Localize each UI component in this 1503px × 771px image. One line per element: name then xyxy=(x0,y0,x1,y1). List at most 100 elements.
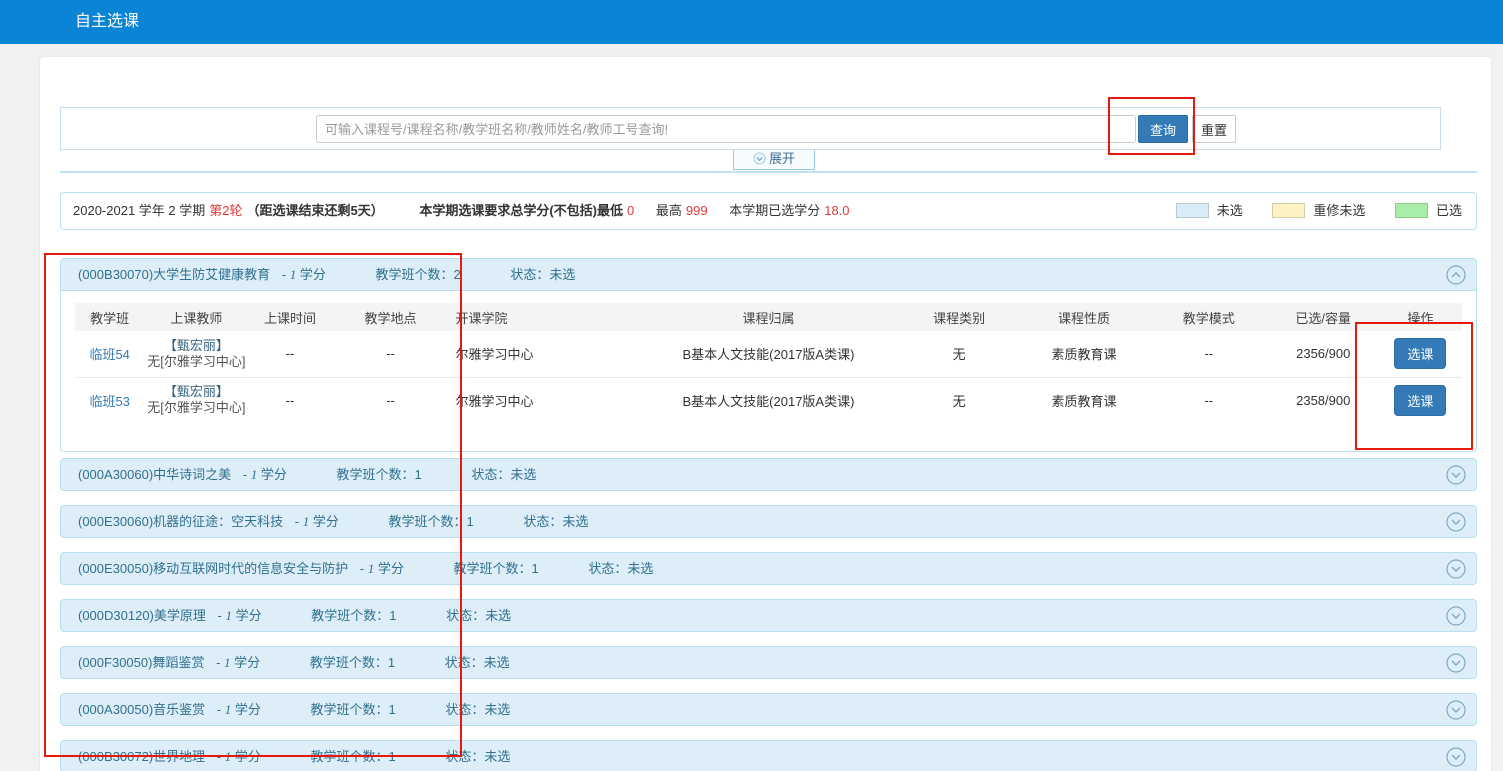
classes-table-header-row: 教学班 上课教师 上课时间 教学地点 开课学院 课程归属 课程类别 课程性质 教… xyxy=(75,303,1462,331)
class-capacity: 2356/900 xyxy=(1268,331,1379,377)
min-credits-value: 0 xyxy=(627,203,634,218)
main-panel: 查询 重置 展开 2020-2021 学年 2 学期第2轮 （距选课结束还剩5天）… xyxy=(40,57,1491,771)
course-credits: - 1 学分 xyxy=(243,467,287,482)
section-divider xyxy=(60,171,1477,173)
max-credits-value: 999 xyxy=(686,203,708,218)
course-status: 状态：未选 xyxy=(588,561,653,576)
teacher-note: 无[尔雅学习中心] xyxy=(144,354,248,370)
page-title: 自主选课 xyxy=(75,0,139,44)
legend-label-retake-unselected: 重修未选 xyxy=(1313,203,1365,218)
col-header-time: 上课时间 xyxy=(248,303,331,331)
col-header-mode: 教学模式 xyxy=(1150,303,1268,331)
course-status: 状态：未选 xyxy=(445,702,510,717)
course-header-000B30070[interactable]: (000B30070)大学生防艾健康教育 - 1 学分 教学班个数：2 状态：未… xyxy=(60,258,1477,291)
course-credits: - 1 学分 xyxy=(217,749,261,764)
col-header-college: 开课学院 xyxy=(449,303,636,331)
expand-panel-icon[interactable] xyxy=(1446,653,1466,673)
class-row-53: 临班53 【甄宏丽】 无[尔雅学习中心] -- -- 尔雅学习中心 B基本人文技… xyxy=(75,377,1462,423)
class-mode: -- xyxy=(1150,331,1268,377)
course-class-count: 教学班个数：1 xyxy=(311,608,396,623)
class-belonging: B基本人文技能(2017版A类课) xyxy=(637,331,901,377)
class-category: 无 xyxy=(900,331,1018,377)
legend-item-unselected: 未选 xyxy=(1176,203,1273,218)
legend-label-unselected: 未选 xyxy=(1217,203,1243,218)
selected-credits-value: 18.0 xyxy=(824,203,849,218)
collapse-panel-icon[interactable] xyxy=(1446,265,1466,285)
course-credits: - 1 学分 xyxy=(360,561,404,576)
class-name-link[interactable]: 临班53 xyxy=(89,394,129,409)
class-belonging: B基本人文技能(2017版A类课) xyxy=(637,377,901,423)
teacher-name: 【甄宏丽】 xyxy=(144,338,248,354)
chevron-down-circle-icon xyxy=(753,152,766,165)
course-header-000F30050[interactable]: (000F30050)舞蹈鉴赏 - 1 学分 教学班个数：1 状态：未选 xyxy=(60,646,1477,679)
course-header-000A30060[interactable]: (000A30060)中华诗词之美 - 1 学分 教学班个数：1 状态：未选 xyxy=(60,458,1477,491)
course-class-count: 教学班个数：1 xyxy=(389,514,474,529)
class-college: 尔雅学习中心 xyxy=(449,331,636,377)
round-text: 第2轮 xyxy=(209,203,242,218)
course-credits: - 1 学分 xyxy=(217,702,261,717)
select-course-button[interactable]: 选课 xyxy=(1394,338,1446,369)
course-title: (000B30072)世界地理 xyxy=(78,749,205,764)
reset-button[interactable]: 重置 xyxy=(1192,115,1236,143)
expand-toggle-label: 展开 xyxy=(769,151,795,166)
expand-panel-icon[interactable] xyxy=(1446,700,1466,720)
course-status: 状态：未选 xyxy=(446,608,511,623)
course-title: (000E30050)移动互联网时代的信息安全与防护 xyxy=(78,561,348,576)
class-nature: 素质教育课 xyxy=(1018,377,1150,423)
expand-filters-toggle[interactable]: 展开 xyxy=(733,150,815,170)
course-credits: - 1 学分 xyxy=(218,608,262,623)
class-time: -- xyxy=(248,377,331,423)
expand-panel-icon[interactable] xyxy=(1446,559,1466,579)
course-status: 状态：未选 xyxy=(445,749,510,764)
course-title: (000D30120)美学原理 xyxy=(78,608,206,623)
course-header-000E30050[interactable]: (000E30050)移动互联网时代的信息安全与防护 - 1 学分 教学班个数：… xyxy=(60,552,1477,585)
legend-item-retake-unselected: 重修未选 xyxy=(1272,203,1395,218)
expand-panel-icon[interactable] xyxy=(1446,512,1466,532)
course-title: (000F30050)舞蹈鉴赏 xyxy=(78,655,204,670)
screen: 自主选课 查询 重置 展开 2020-2021 学年 2 学期第2轮 （距选课结束… xyxy=(0,0,1503,771)
legend-swatch-unselected xyxy=(1176,203,1209,218)
legend-label-selected: 已选 xyxy=(1436,203,1462,218)
course-classes-container: 教学班 上课教师 上课时间 教学地点 开课学院 课程归属 课程类别 课程性质 教… xyxy=(60,291,1477,452)
max-credits-label: 最高 xyxy=(656,203,682,218)
course-header-000B30072[interactable]: (000B30072)世界地理 - 1 学分 教学班个数：1 状态：未选 xyxy=(60,740,1477,771)
course-header-000A30050[interactable]: (000A30050)音乐鉴赏 - 1 学分 教学班个数：1 状态：未选 xyxy=(60,693,1477,726)
course-title: (000A30060)中华诗词之美 xyxy=(78,467,231,482)
expand-panel-icon[interactable] xyxy=(1446,747,1466,767)
expand-panel-icon[interactable] xyxy=(1446,465,1466,485)
class-category: 无 xyxy=(900,377,1018,423)
select-course-button[interactable]: 选课 xyxy=(1394,385,1446,416)
col-header-capacity: 已选/容量 xyxy=(1268,303,1379,331)
col-header-category: 课程类别 xyxy=(900,303,1018,331)
course-title: (000E30060)机器的征途：空天科技 xyxy=(78,514,283,529)
credit-requirement-label: 本学期选课要求总学分(不包括)最低 xyxy=(419,203,623,218)
semester-notice-bar: 2020-2021 学年 2 学期第2轮 （距选课结束还剩5天） 本学期选课要求总… xyxy=(60,192,1477,230)
legend-swatch-retake-unselected xyxy=(1272,203,1305,218)
course-status: 状态：未选 xyxy=(510,267,575,282)
col-header-place: 教学地点 xyxy=(332,303,450,331)
class-college: 尔雅学习中心 xyxy=(449,377,636,423)
query-button[interactable]: 查询 xyxy=(1138,115,1188,143)
course-credits: - 1 学分 xyxy=(216,655,260,670)
deadline-text: （距选课结束还剩5天） xyxy=(246,203,383,218)
teacher-name: 【甄宏丽】 xyxy=(144,384,248,400)
status-legend: 未选 重修未选 已选 xyxy=(1176,193,1462,229)
search-input[interactable] xyxy=(316,115,1136,143)
course-header-000E30060[interactable]: (000E30060)机器的征途：空天科技 - 1 学分 教学班个数：1 状态：… xyxy=(60,505,1477,538)
expand-panel-icon[interactable] xyxy=(1446,606,1466,626)
class-row-54: 临班54 【甄宏丽】 无[尔雅学习中心] -- -- 尔雅学习中心 B基本人文技… xyxy=(75,331,1462,377)
course-title: (000A30050)音乐鉴赏 xyxy=(78,702,205,717)
selected-credits-label: 本学期已选学分 xyxy=(729,203,820,218)
semester-text: 2020-2021 学年 2 学期 xyxy=(73,203,205,218)
class-nature: 素质教育课 xyxy=(1018,331,1150,377)
legend-item-selected: 已选 xyxy=(1395,203,1462,218)
course-class-count: 教学班个数：1 xyxy=(311,749,396,764)
course-class-count: 教学班个数：1 xyxy=(337,467,422,482)
course-class-count: 教学班个数：2 xyxy=(376,267,461,282)
col-header-nature: 课程性质 xyxy=(1018,303,1150,331)
class-place: -- xyxy=(332,377,450,423)
class-name-link[interactable]: 临班54 xyxy=(89,347,129,362)
class-place: -- xyxy=(332,331,450,377)
col-header-action: 操作 xyxy=(1379,303,1462,331)
course-header-000D30120[interactable]: (000D30120)美学原理 - 1 学分 教学班个数：1 状态：未选 xyxy=(60,599,1477,632)
